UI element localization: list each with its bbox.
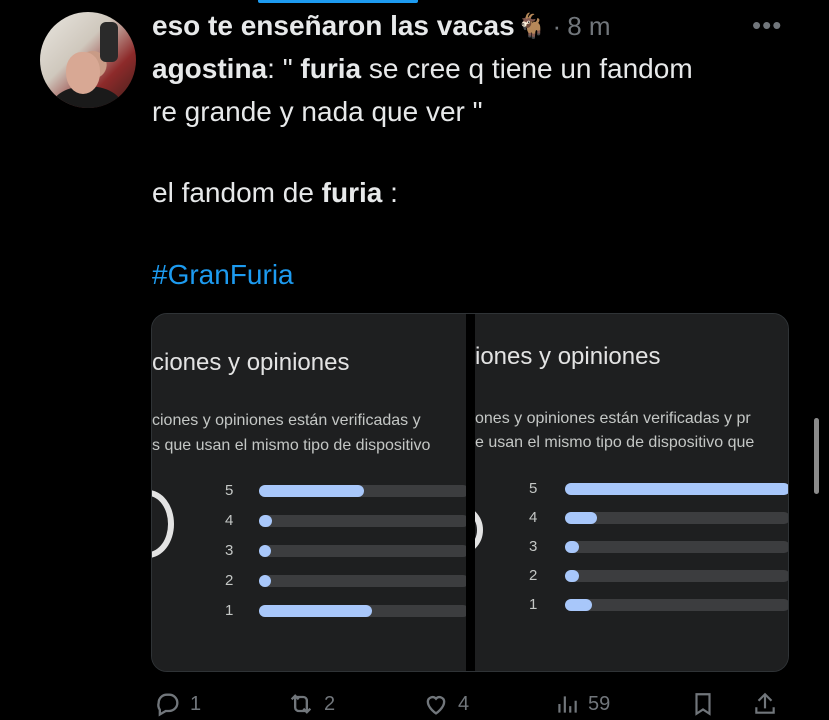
rating-label: 2 <box>225 572 234 589</box>
media-image-right[interactable]: iones y opiniones ones y opiniones están… <box>475 314 788 671</box>
quoted-name: agostina <box>152 53 268 84</box>
heart-icon <box>426 696 446 715</box>
more-options-icon[interactable]: ••• <box>752 10 782 41</box>
rating-bar-track <box>565 512 788 524</box>
rating-score-ring <box>475 504 483 556</box>
repost-icon <box>290 694 312 714</box>
rating-bar-track <box>259 515 466 527</box>
bold-word: furia <box>300 53 362 84</box>
ratings-title: ciones y opiniones <box>152 349 350 376</box>
view-count: 59 <box>588 692 611 715</box>
rating-bar-fill <box>565 483 788 495</box>
text-fragment: el fandom de <box>152 177 322 208</box>
bookmark-icon <box>695 693 711 716</box>
share-icon <box>755 692 775 714</box>
rating-label: 5 <box>225 482 234 499</box>
text-fragment: se cree q tiene un fandom <box>361 53 693 84</box>
tweet-text-line-1: agostina: " furia se cree q tiene un fan… <box>152 51 693 87</box>
rating-bar-fill <box>259 575 271 587</box>
tweet-timestamp[interactable]: 8 m <box>567 11 610 42</box>
rating-bar-fill <box>259 605 373 617</box>
ratings-description-line-1: ones y opiniones están verificadas y pr <box>475 410 751 427</box>
avatar-background-figure <box>100 22 118 62</box>
separator-dot: · <box>552 10 562 41</box>
tweet-header: eso te enseñaron las vacas 🐐 · 8 m <box>152 8 611 44</box>
media-image-left[interactable]: ciones y opiniones ciones y opiniones es… <box>152 314 466 671</box>
repost-button[interactable]: 2 <box>286 690 335 718</box>
rating-bar-track <box>259 575 466 587</box>
rating-bar-fill <box>565 599 592 611</box>
rating-label: 3 <box>529 538 538 555</box>
rating-label: 5 <box>529 480 538 497</box>
rating-bar-track <box>565 599 788 611</box>
rating-label: 4 <box>529 509 538 526</box>
rating-score-ring <box>152 490 174 558</box>
ratings-description-line-2: e usan el mismo tipo de dispositivo que <box>475 434 755 451</box>
like-button[interactable]: 4 <box>422 690 469 718</box>
views-icon <box>558 696 577 713</box>
reply-count: 1 <box>190 692 202 715</box>
tweet-actions: 1 2 4 59 <box>150 690 790 720</box>
goat-emoji: 🐐 <box>516 12 547 40</box>
rating-bar-track <box>565 483 788 495</box>
rating-bar-fill <box>565 541 579 553</box>
reply-button[interactable]: 1 <box>154 690 201 718</box>
media-grid[interactable]: ciones y opiniones ciones y opiniones es… <box>151 313 789 672</box>
avatar[interactable] <box>40 12 136 108</box>
tweet-text-line-3: el fandom de furia : <box>152 175 398 211</box>
rating-bar-fill <box>565 570 579 582</box>
top-progress-indicator <box>258 0 418 3</box>
views-button[interactable]: 59 <box>554 690 610 718</box>
text-fragment: : " <box>267 53 301 84</box>
ratings-description-line-1: ciones y opiniones están verificadas y <box>152 412 421 429</box>
rating-bar-fill <box>259 545 271 557</box>
rating-bar-fill <box>259 485 364 497</box>
rating-label: 4 <box>225 512 234 529</box>
rating-bar-fill <box>259 515 272 527</box>
rating-bar-track <box>259 605 466 617</box>
bold-word: furia <box>321 177 383 208</box>
rating-label: 1 <box>225 602 234 619</box>
rating-label: 1 <box>529 596 538 613</box>
ratings-title: iones y opiniones <box>475 343 661 370</box>
rating-bar-track <box>565 541 788 553</box>
rating-label: 2 <box>529 567 538 584</box>
scrollbar[interactable] <box>814 418 819 494</box>
media-divider <box>466 314 475 671</box>
rating-bar-track <box>565 570 788 582</box>
display-name[interactable]: eso te enseñaron las vacas <box>152 10 515 42</box>
rating-bar-track <box>259 485 466 497</box>
rating-bar-fill <box>565 512 597 524</box>
hashtag-link[interactable]: #GranFuria <box>152 257 294 293</box>
rating-bar-track <box>259 545 466 557</box>
repost-count: 2 <box>324 692 336 715</box>
share-button[interactable] <box>752 690 778 718</box>
text-fragment: : <box>382 177 398 208</box>
bookmark-button[interactable] <box>690 690 716 718</box>
reply-icon <box>157 693 179 717</box>
like-count: 4 <box>458 692 470 715</box>
ratings-description-line-2: s que usan el mismo tipo de dispositivo <box>152 437 431 454</box>
tweet-text-line-2: re grande y nada que ver " <box>152 96 483 127</box>
rating-label: 3 <box>225 542 234 559</box>
avatar-face <box>66 52 100 94</box>
